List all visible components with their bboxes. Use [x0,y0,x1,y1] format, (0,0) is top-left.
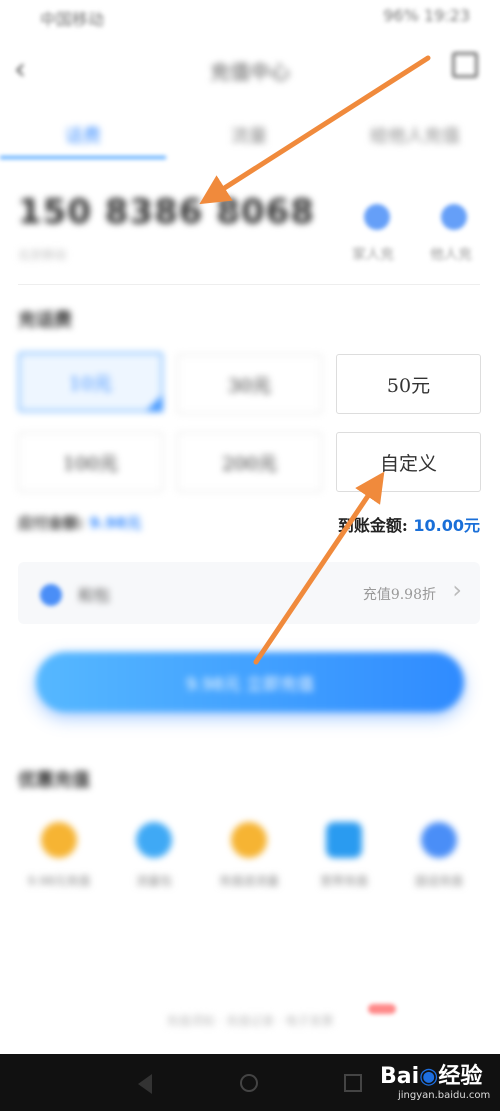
arrow-to-phone [199,55,431,205]
arrow-to-custom [253,471,385,665]
annotation-arrows [199,55,431,665]
